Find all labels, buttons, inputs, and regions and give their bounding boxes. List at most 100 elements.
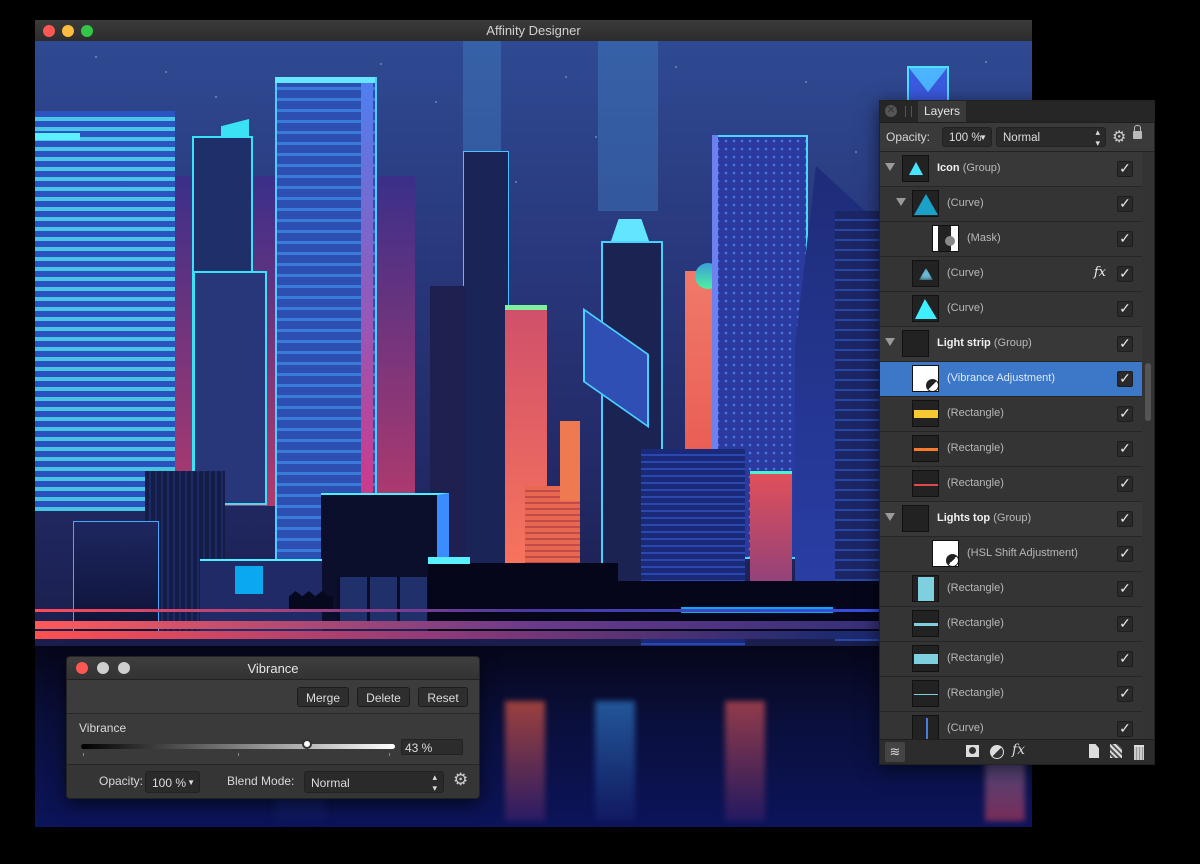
layer-row[interactable]: (Rectangle) ✓ [880,677,1142,712]
layer-row[interactable]: (Mask) ✓ [880,222,1142,257]
visibility-checkbox[interactable]: ✓ [1117,476,1133,492]
opacity-value: 100 % [949,132,982,144]
vibrance-slider-handle[interactable] [302,739,313,749]
panel-grip-handle[interactable] [905,106,912,117]
expand-toggle-icon[interactable] [885,338,895,346]
dialog-titlebar[interactable]: Vibrance [67,657,479,680]
layer-group-row[interactable]: Lights top (Group) ✓ [880,502,1142,537]
visibility-checkbox[interactable]: ✓ [1117,581,1133,597]
expand-toggle-icon[interactable] [885,513,895,521]
merge-button[interactable]: Merge [297,687,349,707]
layer-list-scrollbar[interactable] [1145,363,1151,421]
layer-thumbnail [912,295,939,322]
visibility-checkbox[interactable]: ✓ [1117,511,1133,527]
layer-name: Icon (Group) [937,162,1001,174]
expand-toggle-icon[interactable] [896,198,906,206]
reset-button[interactable]: Reset [418,687,468,707]
layer-name: (Curve) [947,302,984,314]
layer-row[interactable]: (Vibrance Adjustment) ✓ [880,362,1142,397]
visibility-checkbox[interactable]: ✓ [1117,336,1133,352]
layer-row[interactable]: (HSL Shift Adjustment) ✓ [880,537,1142,572]
mask-icon[interactable] [966,745,979,757]
layer-name: (Rectangle) [947,477,1004,489]
layer-options-bar: Opacity: 100 % ▼ Normal ▴ ▾ ⚙ [880,123,1154,152]
layer-thumbnail [912,680,939,707]
fx-icon[interactable]: fx [1094,265,1106,280]
layer-row[interactable]: (Rectangle) ✓ [880,397,1142,432]
layer-name: (Rectangle) [947,652,1004,664]
layer-name: (Rectangle) [947,687,1004,699]
layer-thumbnail [912,435,939,462]
vibrance-value-field[interactable]: 43 % [401,739,463,755]
visibility-checkbox[interactable]: ✓ [1117,196,1133,212]
vibrance-label: Vibrance [79,721,127,735]
vibrance-dialog: Vibrance Merge Delete Reset Vibrance 43 … [66,656,480,799]
expand-toggle-icon[interactable] [885,163,895,171]
visibility-checkbox[interactable]: ✓ [1117,441,1133,457]
layer-row[interactable]: (Rectangle) ✓ [880,572,1142,607]
visibility-checkbox[interactable]: ✓ [1117,266,1133,282]
trash-icon[interactable] [1134,745,1144,760]
visibility-checkbox[interactable]: ✓ [1117,371,1133,387]
layer-group-row[interactable]: Icon (Group) ✓ [880,152,1142,187]
layer-row[interactable]: (Curve) ✓ [880,292,1142,327]
close-panel-button[interactable]: ✕ [885,105,897,117]
blend-mode-value: Normal [311,776,350,790]
layer-name: (Rectangle) [947,407,1004,419]
fx-icon[interactable]: fx [1012,742,1025,758]
layer-type: (Curve) [947,302,984,314]
layers-icon[interactable]: ≋ [885,742,905,762]
opacity-dropdown[interactable]: 100 % ▼ [145,771,200,793]
visibility-checkbox[interactable]: ✓ [1117,161,1133,177]
layer-thumbnail [912,260,939,287]
layer-thumbnail [912,190,939,217]
layer-thumbnail [912,575,939,602]
layer-name: (Mask) [967,232,1001,244]
delete-button[interactable]: Delete [357,687,410,707]
layer-thumbnail [912,365,939,392]
blend-mode-dropdown[interactable]: Normal ▴ ▾ [996,127,1106,148]
layer-thumbnail [912,400,939,427]
caret-down-icon: ▼ [187,778,195,787]
visibility-checkbox[interactable]: ✓ [1117,406,1133,422]
visibility-checkbox[interactable]: ✓ [1117,231,1133,247]
layer-name: Lights top (Group) [937,512,1031,524]
layer-row[interactable]: (Rectangle) ✓ [880,467,1142,502]
layer-row[interactable]: (Curve) ✓ [880,712,1142,739]
layer-list[interactable]: Icon (Group) ✓ (Curve) ✓ (Mask) ✓ (Curve) fx ✓ (C… [880,152,1142,739]
visibility-checkbox[interactable]: ✓ [1117,721,1133,737]
layer-group-row[interactable]: Light strip (Group) ✓ [880,327,1142,362]
new-pixel-layer-icon[interactable] [1110,744,1122,758]
layer-row[interactable]: (Rectangle) ✓ [880,607,1142,642]
visibility-checkbox[interactable]: ✓ [1117,686,1133,702]
layer-name-bold: Light strip [937,337,991,349]
new-layer-icon[interactable] [1089,744,1099,758]
visibility-checkbox[interactable]: ✓ [1117,616,1133,632]
opacity-label: Opacity: [886,130,931,144]
vibrance-slider[interactable] [81,739,395,756]
layer-row[interactable]: (Curve) fx ✓ [880,257,1142,292]
blend-mode-dropdown[interactable]: Normal ▴ ▾ [304,771,444,793]
window-titlebar: Affinity Designer [35,20,1032,42]
visibility-checkbox[interactable]: ✓ [1117,546,1133,562]
lock-icon[interactable] [1133,125,1142,139]
layer-row[interactable]: (Rectangle) ✓ [880,432,1142,467]
gear-icon[interactable]: ⚙ [1112,127,1126,147]
adjustment-icon[interactable] [990,745,1004,759]
layer-type: (Curve) [947,267,984,279]
layer-name: (Rectangle) [947,442,1004,454]
layer-row[interactable]: (Curve) ✓ [880,187,1142,222]
layer-type: (Curve) [947,722,984,734]
layer-type: (Rectangle) [947,477,1004,489]
dialog-footer: Opacity: 100 % ▼ Blend Mode: Normal ▴ ▾ ⚙ [67,765,479,798]
updown-arrows-icon: ▴ ▾ [1095,127,1100,148]
visibility-checkbox[interactable]: ✓ [1117,651,1133,667]
layer-type: (Rectangle) [947,442,1004,454]
layer-row[interactable]: (Rectangle) ✓ [880,642,1142,677]
blend-mode-value: Normal [1003,132,1041,144]
gear-icon[interactable]: ⚙ [453,770,468,790]
layer-type: (Group) [962,162,1001,174]
tab-layers[interactable]: Layers [918,101,967,122]
opacity-dropdown[interactable]: 100 % ▼ [942,127,992,147]
visibility-checkbox[interactable]: ✓ [1117,301,1133,317]
